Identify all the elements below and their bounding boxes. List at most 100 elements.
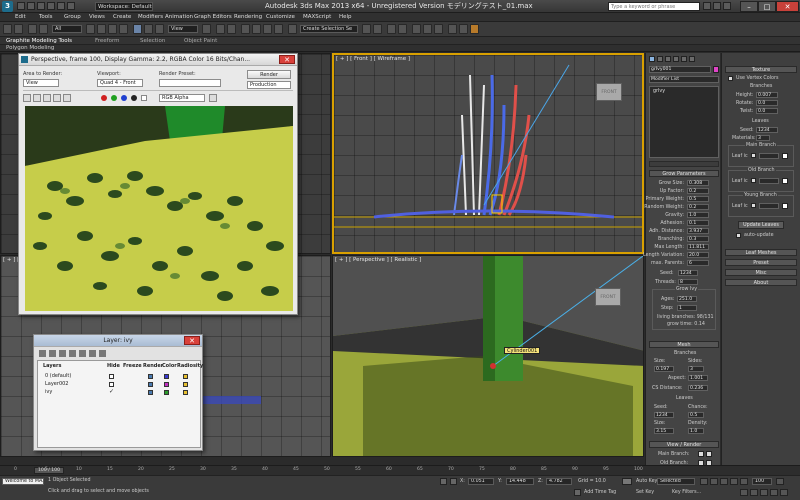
- graphite-toggle-icon[interactable]: [398, 24, 407, 34]
- col-radiosity[interactable]: Radiosity: [177, 362, 203, 370]
- tab-object-paint[interactable]: Object Paint: [184, 37, 217, 45]
- layer-window-close-button[interactable]: ✕: [184, 336, 200, 345]
- mirror-icon[interactable]: [362, 24, 371, 34]
- named-selection-dropdown[interactable]: Create Selection Se: [300, 25, 358, 33]
- rendered-frame-window[interactable]: Perspective, frame 100, Display Gamma: 2…: [18, 53, 298, 315]
- render-toggle-icon[interactable]: [148, 374, 153, 379]
- key-filters-button[interactable]: Key Filters...: [672, 490, 701, 495]
- grow-param-field[interactable]: 1.0: [687, 212, 709, 218]
- menu-animation[interactable]: Animation: [165, 13, 193, 22]
- zoom-all-icon[interactable]: [750, 489, 758, 496]
- go-to-end-icon[interactable]: [740, 478, 748, 485]
- hide-toggle-icon[interactable]: [109, 382, 114, 387]
- menu-graph-editors[interactable]: Graph Editors: [194, 13, 232, 22]
- z-coordinate-field[interactable]: 4.782: [546, 478, 572, 485]
- render-toggle-icon[interactable]: [148, 382, 153, 387]
- main-leaf-checkbox[interactable]: [751, 153, 756, 158]
- hide-all-layers-icon[interactable]: [89, 350, 96, 357]
- young-leaf-swatch[interactable]: [782, 203, 788, 209]
- copy-image-icon[interactable]: [33, 94, 41, 102]
- old-leaf-field[interactable]: [759, 178, 779, 184]
- leaf-meshes-rollout[interactable]: Leaf Meshes: [725, 249, 797, 256]
- previous-frame-icon[interactable]: [710, 478, 718, 485]
- create-layer-icon[interactable]: [39, 350, 46, 357]
- viewcube-front[interactable]: FRONT: [596, 83, 622, 101]
- workspace-dropdown[interactable]: Workspace: Default: [95, 2, 153, 11]
- motion-tab-icon[interactable]: [673, 56, 679, 62]
- snaps-toggle-icon[interactable]: [241, 24, 250, 34]
- clear-image-icon[interactable]: [63, 94, 71, 102]
- preset-rollout[interactable]: Preset: [725, 259, 797, 266]
- layer-name[interactable]: 0 (default): [45, 372, 71, 380]
- pivot-center-icon[interactable]: [202, 24, 211, 34]
- save-image-icon[interactable]: [23, 94, 31, 102]
- grow-param-field[interactable]: 0.2: [687, 188, 709, 194]
- col-render[interactable]: Render: [143, 362, 163, 370]
- col-layers[interactable]: Layers: [43, 362, 62, 370]
- grow-parameters-rollout[interactable]: Grow Parameters: [649, 170, 719, 177]
- radiosity-toggle-icon[interactable]: [183, 382, 188, 387]
- render-toggle-icon[interactable]: [148, 390, 153, 395]
- print-image-icon[interactable]: [53, 94, 61, 102]
- layer-color-swatch[interactable]: [164, 374, 169, 379]
- create-tab-icon[interactable]: [649, 56, 655, 62]
- modifier-stack[interactable]: grIvy: [649, 86, 719, 158]
- clone-window-icon[interactable]: [43, 94, 51, 102]
- lock-selection-icon[interactable]: [440, 478, 447, 485]
- undo-icon[interactable]: [47, 2, 55, 10]
- chance-field[interactable]: 0.5: [688, 412, 704, 418]
- set-key-icon[interactable]: [622, 478, 632, 485]
- select-object-icon[interactable]: [86, 24, 95, 34]
- grow-param-field[interactable]: 11.811: [687, 244, 709, 250]
- redo-icon[interactable]: [57, 2, 65, 10]
- current-frame-field[interactable]: 100: [752, 478, 772, 485]
- percent-snap-icon[interactable]: [263, 24, 272, 34]
- reference-coordinate-dropdown[interactable]: View: [168, 25, 198, 33]
- grow-param-field[interactable]: 0.1: [687, 220, 709, 226]
- cs-distance-field[interactable]: 0.236: [688, 385, 708, 391]
- play-icon[interactable]: [720, 478, 728, 485]
- modify-tab-icon[interactable]: [657, 56, 663, 62]
- layer-manager-icon[interactable]: [387, 24, 396, 34]
- edit-named-selections-icon[interactable]: [288, 24, 297, 34]
- time-slider[interactable]: 100 / 100 0 5 10 15 20 25 30 35 40 45 50 55 60 65 70 75…: [0, 465, 800, 475]
- material-editor-icon[interactable]: [434, 24, 443, 34]
- grow-param-field[interactable]: 0.2: [687, 204, 709, 210]
- menu-maxscript[interactable]: MAXScript: [303, 13, 331, 22]
- utilities-tab-icon[interactable]: [689, 56, 695, 62]
- view-render-rollout[interactable]: View / Render: [649, 441, 719, 448]
- mesh-rollout[interactable]: Mesh: [649, 341, 719, 348]
- hierarchy-tab-icon[interactable]: [665, 56, 671, 62]
- main-leaf-swatch[interactable]: [782, 153, 788, 159]
- selection-filter-dropdown[interactable]: All: [52, 25, 82, 33]
- tex-seed-field[interactable]: 1234: [756, 127, 778, 133]
- stack-item-grivy[interactable]: grIvy: [653, 89, 665, 94]
- align-icon[interactable]: [373, 24, 382, 34]
- leaf-seed-field[interactable]: 1234: [654, 412, 674, 418]
- tab-freeform[interactable]: Freeform: [95, 37, 120, 45]
- radiosity-toggle-icon[interactable]: [183, 390, 188, 395]
- density-field[interactable]: 1.0: [688, 428, 704, 434]
- menu-modifiers[interactable]: Modifiers: [138, 13, 163, 22]
- monochrome-icon[interactable]: [141, 95, 147, 101]
- y-coordinate-field[interactable]: 14.448: [506, 478, 534, 485]
- main-branch-checkbox[interactable]: [698, 451, 704, 457]
- layer-manager-window[interactable]: Layer: ivy ✕ Layers Hide Freeze Render C…: [33, 334, 203, 451]
- menu-edit[interactable]: Edit: [15, 13, 26, 22]
- branch-size-field[interactable]: 0.197: [654, 366, 674, 372]
- radiosity-toggle-icon[interactable]: [183, 374, 188, 379]
- render-button[interactable]: Render: [247, 70, 291, 79]
- open-file-icon[interactable]: [27, 2, 35, 10]
- spinner-snap-icon[interactable]: [274, 24, 283, 34]
- leaf-size-field[interactable]: 3.15: [654, 428, 674, 434]
- select-by-name-icon[interactable]: [97, 24, 106, 34]
- x-coordinate-field[interactable]: 0.051: [468, 478, 494, 485]
- render-preset-dropdown[interactable]: [159, 79, 221, 87]
- add-time-tag[interactable]: Add Time Tag: [584, 490, 616, 495]
- menu-tools[interactable]: Tools: [39, 13, 53, 22]
- grow-param-field[interactable]: 20.0: [687, 252, 709, 258]
- search-icon[interactable]: [703, 2, 711, 10]
- minimize-button[interactable]: –: [740, 1, 758, 12]
- viewport-dropdown[interactable]: Quad 4 - Front: [97, 79, 143, 87]
- layer-window-titlebar[interactable]: Layer: ivy ✕: [34, 335, 202, 347]
